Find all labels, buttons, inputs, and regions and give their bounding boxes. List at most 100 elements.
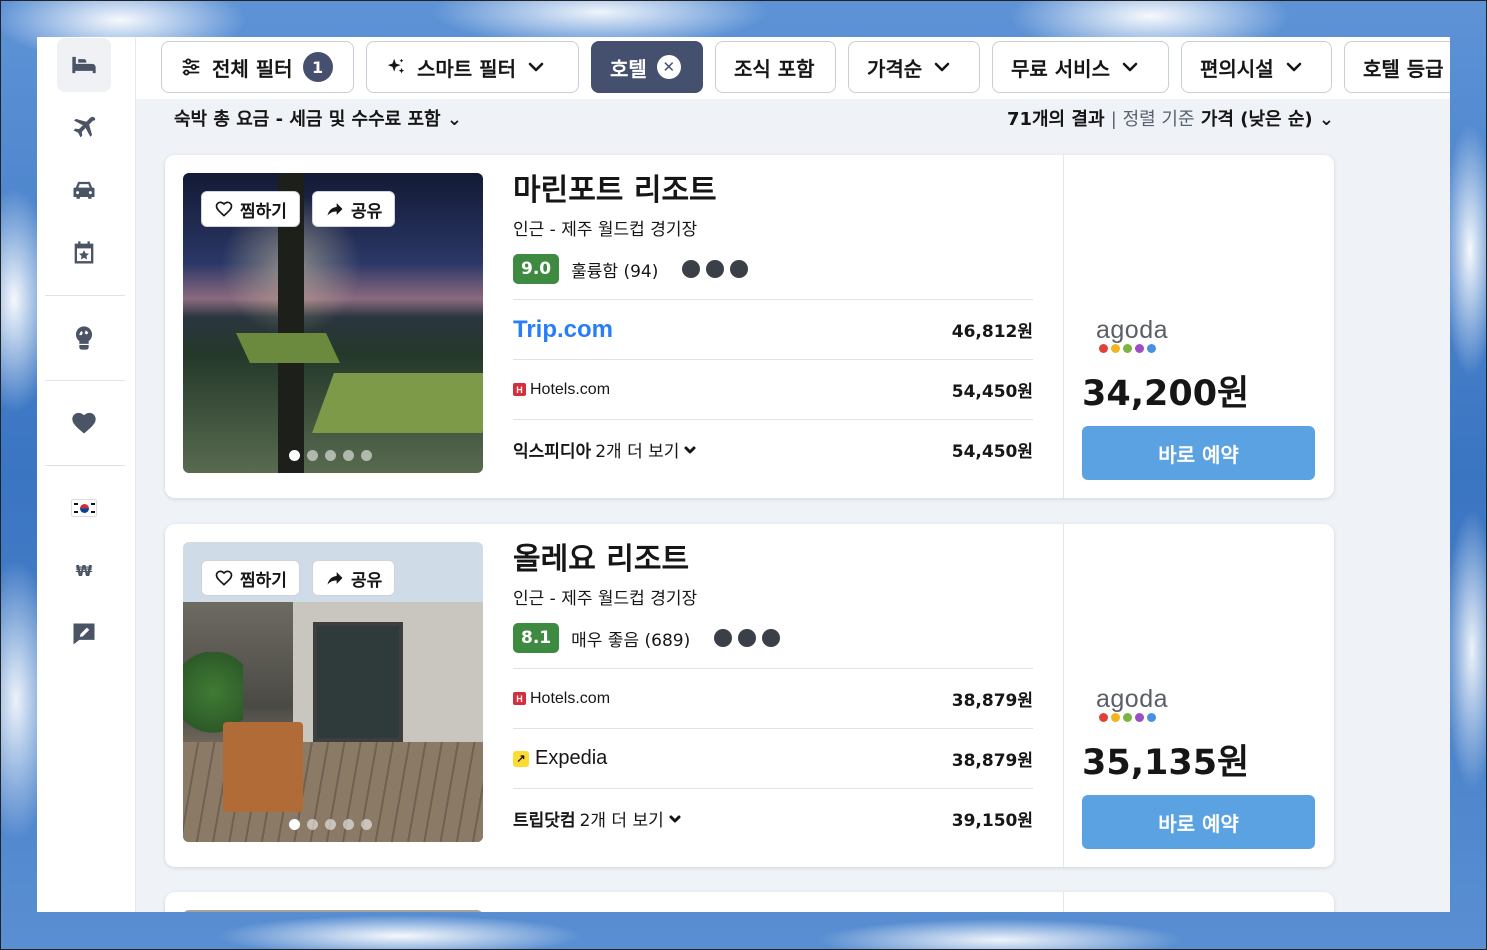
hotel-info: 마린포트 리조트 인근 - 제주 월드컵 경기장 9.0 훌륭함 (94) <box>513 173 1033 284</box>
amenities-label: 편의시설 <box>1200 56 1274 81</box>
share-arrow-icon <box>327 203 343 216</box>
share-button[interactable]: 공유 <box>312 191 396 227</box>
hotel-photo[interactable]: 찜하기 공유 <box>183 542 483 842</box>
more-offers-label: 2개 더 보기 <box>579 811 664 831</box>
share-button[interactable]: 공유 <box>312 560 396 596</box>
offer-price: 54,450원 <box>951 442 1033 462</box>
share-label: 공유 <box>351 570 383 591</box>
hotel-location: 인근 - 제주 월드컵 경기장 <box>513 220 698 240</box>
free-services-label: 무료 서비스 <box>1011 56 1110 81</box>
agoda-logo: agoda <box>1096 686 1168 722</box>
price-sort-dropdown[interactable]: 가격순 <box>848 41 980 93</box>
hotel-grade-dropdown[interactable]: 호텔 등급 <box>1344 41 1450 93</box>
offer-price: 38,879원 <box>951 751 1033 771</box>
hotel-class-icon <box>682 260 749 278</box>
plane-icon <box>73 116 96 138</box>
hotel-card[interactable]: 찜하기 공유 올레요 리조트 인근 - 제주 월드컵 경기장 8.1 매우 좋음… <box>165 524 1334 867</box>
offer-list: Trip.com 46,812원 H Hotels.com 54,450원 익스피… <box>513 299 1033 479</box>
more-offers-label: 2개 더 보기 <box>595 442 680 462</box>
results-count: 71개의 결과 <box>1006 109 1105 129</box>
review-score-badge: 9.0 <box>513 254 560 284</box>
smart-filter-dropdown[interactable]: 스마트 필터 <box>366 41 579 93</box>
korea-flag-icon <box>71 499 97 517</box>
offer-row[interactable]: 익스피디아 2개 더 보기 54,450원 <box>513 419 1033 479</box>
price-sort-label: 가격순 <box>867 56 923 81</box>
rating-row[interactable]: 9.0 훌륭함 (94) <box>513 254 1033 284</box>
sort-label: 정렬 기준 <box>1122 109 1195 129</box>
review-text: 훌륭함 (94) <box>571 261 659 282</box>
offer-list: H Hotels.com 38,879원 ↗ Expedia 38,879원 트립닷… <box>513 668 1033 848</box>
sidebar-item-explore[interactable] <box>57 311 111 365</box>
filter-bar: 전체 필터 1 스마트 필터 호텔 ✕ 조식 포함 가격순 무료 서비스 편의시… <box>136 37 1450 99</box>
app-window: ₩ 전체 필터 1 스마트 필터 호텔 ✕ 조식 포함 가격순 무료 서비스 편… <box>37 37 1450 912</box>
sparkle-icon <box>387 58 405 74</box>
share-label: 공유 <box>351 201 383 222</box>
book-now-button[interactable]: 바로 예약 <box>1082 426 1315 480</box>
more-offers-toggle[interactable]: 트립닷컴 2개 더 보기 <box>513 806 682 831</box>
sidebar-item-feedback[interactable] <box>57 607 111 661</box>
sort-control[interactable]: 71개의 결과 | 정렬 기준 가격 (낮은 순) ⌄ <box>1007 105 1334 129</box>
save-button[interactable]: 찜하기 <box>201 191 300 227</box>
best-deal-panel <box>1063 892 1334 912</box>
photo-carousel-dots[interactable] <box>289 450 372 461</box>
offer-row[interactable]: 트립닷컴 2개 더 보기 39,150원 <box>513 788 1033 848</box>
sort-value: 가격 (낮은 순) <box>1200 109 1313 129</box>
feedback-icon <box>73 623 95 645</box>
bed-icon <box>72 56 96 74</box>
amenities-dropdown[interactable]: 편의시설 <box>1181 41 1332 93</box>
hotel-card[interactable] <box>165 892 1334 912</box>
share-arrow-icon <box>327 572 343 585</box>
chevron-down-icon <box>669 815 681 822</box>
heart-outline-icon <box>215 570 233 586</box>
won-icon: ₩ <box>75 562 93 580</box>
all-filters-label: 전체 필터 <box>212 56 293 81</box>
save-label: 찜하기 <box>240 570 287 591</box>
all-filters-button[interactable]: 전체 필터 1 <box>161 41 354 93</box>
expedia-logo: ↗ Expedia <box>513 747 607 770</box>
heart-outline-icon <box>215 201 233 217</box>
agoda-logo: agoda <box>1096 317 1168 353</box>
hotel-photo[interactable]: 찜하기 공유 <box>183 173 483 473</box>
offer-row[interactable]: ↗ Expedia 38,879원 <box>513 728 1033 788</box>
total-price-note[interactable]: 숙박 총 요금 - 세금 및 수수료 포함 ⌄ <box>174 105 462 129</box>
best-deal-panel: agoda 35,135원 바로 예약 <box>1063 524 1334 867</box>
offer-row[interactable]: H Hotels.com 54,450원 <box>513 359 1033 419</box>
photo-carousel-dots[interactable] <box>289 819 372 830</box>
offer-provider: 익스피디아 <box>513 442 592 462</box>
review-score-badge: 8.1 <box>513 623 560 653</box>
rating-row[interactable]: 8.1 매우 좋음 (689) <box>513 623 1033 653</box>
chevron-down-icon <box>1286 62 1301 72</box>
hotel-card[interactable]: 찜하기 공유 마린포트 리조트 인근 - 제주 월드컵 경기장 9.0 훌륭함 … <box>165 155 1334 498</box>
breakfast-filter-chip[interactable]: 조식 포함 <box>715 41 836 93</box>
sidebar-item-cars[interactable] <box>57 163 111 217</box>
more-offers-toggle[interactable]: 익스피디아 2개 더 보기 <box>513 437 697 462</box>
hotel-photo[interactable] <box>183 910 483 912</box>
chevron-down-icon <box>528 62 544 72</box>
hotel-name[interactable]: 마린포트 리조트 <box>513 173 1033 209</box>
free-services-dropdown[interactable]: 무료 서비스 <box>992 41 1169 93</box>
close-icon[interactable]: ✕ <box>656 55 681 79</box>
filter-count-badge: 1 <box>302 52 333 82</box>
hotel-filter-chip[interactable]: 호텔 ✕ <box>591 41 703 93</box>
save-button[interactable]: 찜하기 <box>201 560 300 596</box>
book-now-button[interactable]: 바로 예약 <box>1082 795 1315 849</box>
save-label: 찜하기 <box>240 201 287 222</box>
sidebar-item-currency[interactable]: ₩ <box>57 544 111 598</box>
sidebar-item-region[interactable] <box>57 481 111 535</box>
sidebar-item-hotels[interactable] <box>57 38 111 92</box>
offer-row[interactable]: H Hotels.com 38,879원 <box>513 668 1033 728</box>
sidebar-item-saved[interactable] <box>57 396 111 450</box>
hotel-name[interactable]: 올레요 리조트 <box>513 542 1033 578</box>
hotels-com-mark-icon: H <box>513 383 526 396</box>
sidebar-item-flights[interactable] <box>57 100 111 154</box>
chevron-down-icon <box>1122 62 1138 72</box>
offer-price: 38,879원 <box>951 691 1033 711</box>
sidebar-item-packages[interactable] <box>57 226 111 280</box>
best-price: 34,200원 <box>1082 374 1250 414</box>
trip-com-logo: Trip.com <box>513 315 614 343</box>
sidebar: ₩ <box>37 37 136 912</box>
results-info-strip: 숙박 총 요금 - 세금 및 수수료 포함 ⌄ 71개의 결과 | 정렬 기준 … <box>174 99 1334 129</box>
offer-row[interactable]: Trip.com 46,812원 <box>513 299 1033 359</box>
chevron-down-icon <box>934 62 950 72</box>
calendar-star-icon <box>74 241 94 264</box>
